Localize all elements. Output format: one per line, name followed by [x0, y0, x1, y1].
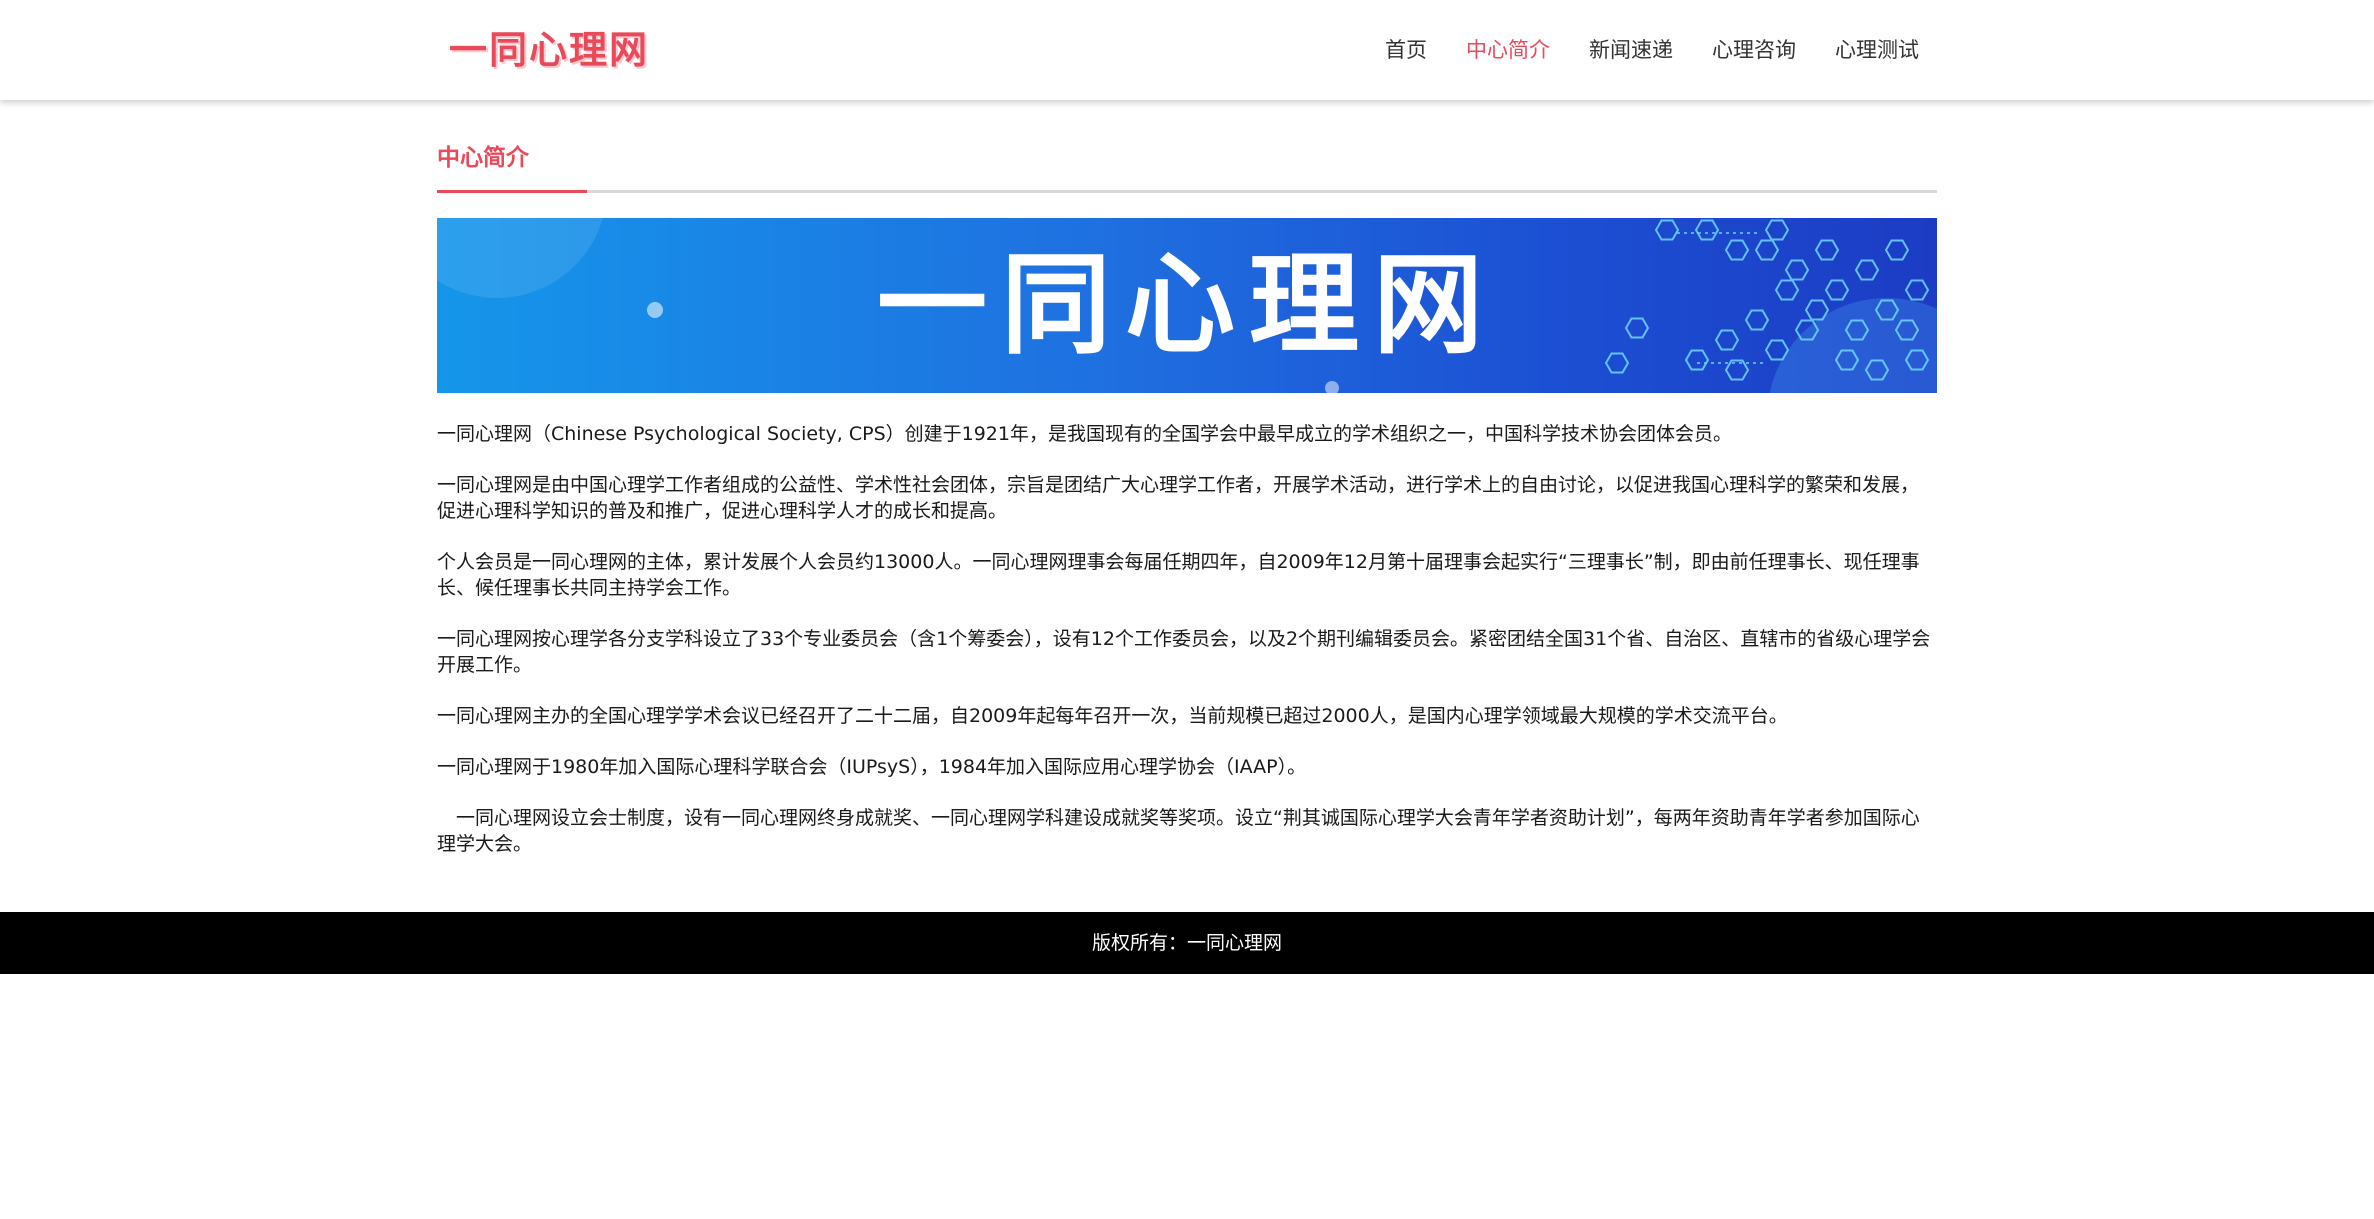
hexagon-shape [1654, 219, 1680, 241]
paragraph-6: 一同心理网于1980年加入国际心理科学联合会（IUPsyS），1984年加入国际… [437, 756, 1307, 778]
main-nav: 首页 中心简介 新闻速递 心理咨询 心理测试 [1346, 32, 1919, 68]
footer-copyright: 版权所有：一同心理网 [1091, 932, 1282, 954]
site-header: 一同心理网 首页 中心简介 新闻速递 心理咨询 心理测试 [0, 0, 2374, 100]
site-logo[interactable]: 一同心理网 [437, 22, 649, 78]
section-title: 中心简介 [437, 145, 529, 171]
main-content: 中心简介 一同心理网 一同心理网（Chinese Psychological S… [437, 100, 1937, 857]
about-text: 一同心理网（Chinese Psychological Society, CPS… [437, 393, 1937, 857]
section-header: 中心简介 [437, 140, 1937, 193]
nav-item-about[interactable]: 中心简介 [1466, 32, 1550, 68]
paragraph-5: 一同心理网主办的全国心理学学术会议已经召开了二十二届，自2009年起每年召开一次… [437, 705, 1788, 727]
header-inner: 一同心理网 首页 中心简介 新闻速递 心理咨询 心理测试 [437, 0, 1937, 100]
hexagon-shape [1694, 219, 1720, 241]
banner-title: 一同心理网 [877, 241, 1497, 369]
paragraph-1: 一同心理网（Chinese Psychological Society, CPS… [437, 423, 1732, 445]
paragraph-3: 个人会员是一同心理网的主体，累计发展个人会员约13000人。一同心理网理事会每届… [437, 551, 1920, 599]
nav-item-tests[interactable]: 心理测试 [1835, 32, 1919, 68]
nav-item-home[interactable]: 首页 [1385, 32, 1427, 68]
section-title-underline [437, 190, 587, 193]
site-footer: 版权所有：一同心理网 [0, 912, 2374, 974]
paragraph-2: 一同心理网是由中国心理学工作者组成的公益性、学术性社会团体，宗旨是团结广大心理学… [437, 474, 1920, 522]
paragraph-7: 一同心理网设立会士制度，设有一同心理网终身成就奖、一同心理网学科建设成就奖等奖项… [437, 807, 1920, 855]
hexagon-shape [1764, 219, 1790, 241]
paragraph-4: 一同心理网按心理学各分支学科设立了33个专业委员会（含1个筹委会），设有12个工… [437, 628, 1931, 676]
nav-item-news[interactable]: 新闻速递 [1589, 32, 1673, 68]
nav-item-consulting[interactable]: 心理咨询 [1712, 32, 1796, 68]
banner-image: 一同心理网 [437, 218, 1937, 393]
